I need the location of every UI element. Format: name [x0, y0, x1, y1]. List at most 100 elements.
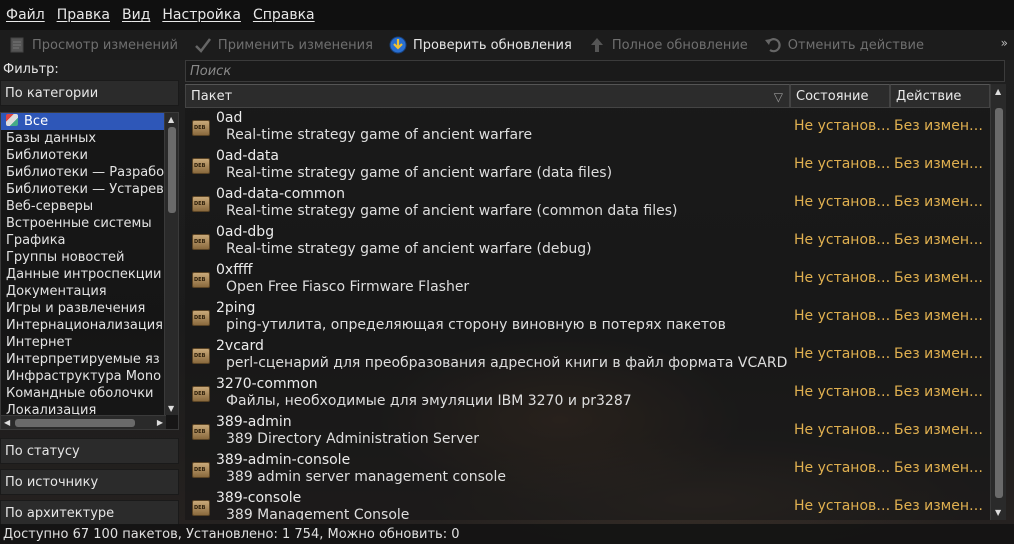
- table-row[interactable]: DEB 3270-common Файлы, необходимые для эму…: [185, 374, 990, 412]
- menu-edit[interactable]: Правка: [57, 7, 110, 23]
- package-action: Без изменений: [894, 156, 990, 172]
- status-bar: Доступно 67 100 пакетов, Установлено: 1 …: [0, 524, 1014, 544]
- package-vertical-scrollbar[interactable]: ▲ ▼: [990, 84, 1006, 520]
- category-item[interactable]: Все: [1, 113, 164, 130]
- filter-by-origin-button[interactable]: По источнику: [0, 469, 179, 495]
- category-vertical-scrollbar[interactable]: ▲ ▼: [164, 113, 178, 415]
- filter-by-status-button[interactable]: По статусу: [0, 438, 179, 464]
- scroll-down-icon[interactable]: ▼: [168, 404, 174, 413]
- deb-package-icon: DEB: [192, 348, 210, 364]
- table-row[interactable]: DEB 389-admin 389 Directory Administration…: [185, 412, 990, 450]
- menu-view[interactable]: Вид: [122, 7, 150, 23]
- column-action[interactable]: Действие: [890, 84, 990, 108]
- package-action: Без изменений: [894, 194, 990, 210]
- deb-package-icon: DEB: [192, 462, 210, 478]
- undo-button[interactable]: Отменить действие: [764, 36, 924, 54]
- category-item[interactable]: Библиотеки — Разрабо: [1, 164, 178, 181]
- package-name: 0ad-dbg: [216, 224, 275, 240]
- table-row[interactable]: DEB 0ad-data-common Real-time strategy gam…: [185, 184, 990, 222]
- table-row[interactable]: DEB 0ad-dbg Real-time strategy game of anc…: [185, 222, 990, 260]
- scroll-up-icon[interactable]: ▲: [168, 115, 174, 124]
- category-item[interactable]: Данные интроспекции: [1, 266, 178, 283]
- deb-package-icon: DEB: [192, 196, 210, 212]
- table-row[interactable]: DEB 0ad Real-time strategy game of ancient…: [185, 108, 990, 146]
- check-updates-button[interactable]: Проверить обновления: [389, 36, 572, 54]
- category-item[interactable]: Интернационализация: [1, 317, 178, 334]
- menu-settings[interactable]: Настройка: [162, 7, 241, 23]
- sort-indicator-icon: ▽: [773, 90, 783, 104]
- package-name: 2ping: [216, 300, 256, 316]
- category-item[interactable]: Графика: [1, 232, 178, 249]
- category-horizontal-scrollbar[interactable]: ◀ ▶: [1, 415, 166, 429]
- full-upgrade-button[interactable]: Полное обновление: [588, 36, 748, 54]
- check-updates-label: Проверить обновления: [412, 37, 572, 53]
- category-item[interactable]: Встроенные системы: [1, 215, 178, 232]
- category-item[interactable]: Интерпретируемые яз: [1, 351, 178, 368]
- package-action: Без изменений: [894, 422, 990, 438]
- menu-help[interactable]: Справка: [253, 7, 315, 23]
- package-state: Не установлен: [794, 346, 892, 362]
- filter-by-architecture-button[interactable]: По архитектуре: [0, 500, 179, 526]
- package-description: 389 admin server management console: [226, 469, 506, 485]
- deb-package-icon: DEB: [192, 158, 210, 174]
- table-row[interactable]: DEB 0xffff Open Free Fiasco Firmware Flash…: [185, 260, 990, 298]
- review-changes-label: Просмотр изменений: [32, 37, 178, 53]
- full-upgrade-label: Полное обновление: [611, 37, 748, 53]
- table-row[interactable]: DEB 389-admin-console 389 admin server man…: [185, 450, 990, 488]
- deb-package-icon: DEB: [192, 500, 210, 516]
- table-row[interactable]: DEB 0ad-data Real-time strategy game of an…: [185, 146, 990, 184]
- review-icon: [8, 36, 26, 54]
- table-row[interactable]: DEB 2ping ping-утилита, определяющая сторо…: [185, 298, 990, 336]
- package-state: Не установлен: [794, 270, 892, 286]
- category-item[interactable]: Группы новостей: [1, 249, 178, 266]
- package-state: Не установлен: [794, 118, 892, 134]
- column-package[interactable]: Пакет ▽: [185, 84, 790, 108]
- package-description: Real-time strategy game of ancient warfa…: [226, 165, 613, 181]
- all-packages-icon: [6, 114, 18, 126]
- filter-by-category-button[interactable]: По категории: [0, 80, 179, 106]
- scrollbar-thumb[interactable]: [995, 108, 1003, 498]
- deb-package-icon: DEB: [192, 310, 210, 326]
- package-action: Без изменений: [894, 270, 990, 286]
- package-action: Без изменений: [894, 308, 990, 324]
- menu-file[interactable]: Файл: [6, 7, 45, 23]
- category-item[interactable]: Командные оболочки: [1, 385, 178, 402]
- package-description: Файлы, необходимые для эмуляции IBM 3270…: [226, 393, 632, 409]
- review-changes-button[interactable]: Просмотр изменений: [8, 36, 178, 54]
- table-row[interactable]: DEB 389-console 389 Management Console Не у…: [185, 488, 990, 520]
- package-state: Не установлен: [794, 194, 892, 210]
- scroll-left-icon[interactable]: ◀: [4, 418, 10, 427]
- package-action: Без изменений: [894, 384, 990, 400]
- package-action: Без изменений: [894, 346, 990, 362]
- category-item[interactable]: Библиотеки — Устарев: [1, 181, 178, 198]
- toolbar-overflow-icon[interactable]: »: [1001, 36, 1008, 50]
- scroll-up-icon[interactable]: ▲: [995, 87, 1001, 96]
- table-row[interactable]: DEB 2vcard perl-сценарий для преобразовани…: [185, 336, 990, 374]
- category-item[interactable]: Библиотеки: [1, 147, 178, 164]
- package-description: Real-time strategy game of ancient warfa…: [226, 241, 592, 257]
- deb-package-icon: DEB: [192, 120, 210, 136]
- category-item[interactable]: Инфраструктура Mono: [1, 368, 178, 385]
- table-body: DEB 0ad Real-time strategy game of ancient…: [185, 108, 990, 520]
- category-list: Все Базы данных Библиотеки Библиотеки — …: [0, 112, 179, 430]
- package-state: Не установлен: [794, 232, 892, 248]
- package-description: 389 Management Console: [226, 507, 410, 520]
- package-name: 2vcard: [216, 338, 264, 354]
- category-item[interactable]: Веб-серверы: [1, 198, 178, 215]
- scroll-down-icon[interactable]: ▼: [995, 508, 1001, 517]
- category-item[interactable]: Игры и развлечения: [1, 300, 178, 317]
- category-item[interactable]: Интернет: [1, 334, 178, 351]
- package-description: ping-утилита, определяющая сторону винов…: [226, 317, 726, 333]
- scroll-right-icon[interactable]: ▶: [157, 418, 163, 427]
- search-input[interactable]: Поиск: [185, 60, 1005, 82]
- package-state: Не установлен: [794, 308, 892, 324]
- package-action: Без изменений: [894, 118, 990, 134]
- category-item[interactable]: Документация: [1, 283, 178, 300]
- category-item[interactable]: Базы данных: [1, 130, 178, 147]
- package-action: Без изменений: [894, 232, 990, 248]
- scrollbar-thumb[interactable]: [168, 127, 176, 213]
- column-state[interactable]: Состояние: [790, 84, 890, 108]
- package-table: Пакет ▽ Состояние Действие DEB 0ad Real-ti…: [185, 84, 1006, 520]
- apply-changes-button[interactable]: Применить изменения: [194, 36, 373, 54]
- scrollbar-thumb[interactable]: [15, 419, 135, 427]
